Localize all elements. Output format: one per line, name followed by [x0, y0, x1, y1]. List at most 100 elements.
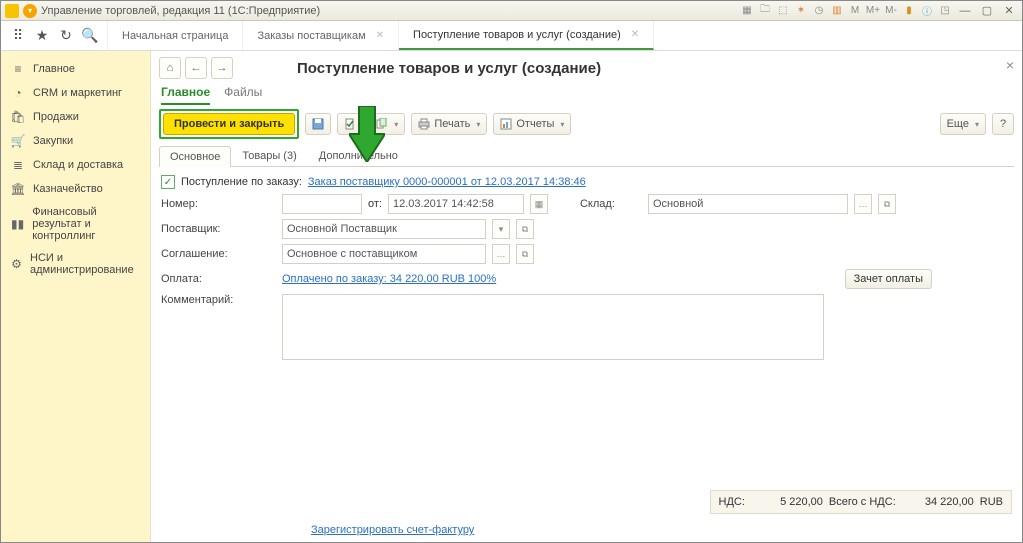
- total-label: Всего с НДС:: [829, 496, 896, 508]
- comment-input[interactable]: [282, 294, 824, 360]
- sidebar-item-label: Главное: [33, 63, 75, 75]
- post-and-close-button[interactable]: Провести и закрыть: [163, 113, 295, 135]
- m-minus-button[interactable]: M-: [884, 4, 898, 18]
- titlebar-title: Управление торговлей, редакция 11 (1С:Пр…: [41, 5, 320, 17]
- sidebar-item-purchases[interactable]: 🛒Закупки: [1, 129, 150, 153]
- window-close-button[interactable]: ✕: [1000, 4, 1018, 18]
- total-value: 34 220,00: [902, 496, 974, 508]
- sidebar-item-label: Финансовый результат и контроллинг: [32, 206, 140, 242]
- warehouse-select-button[interactable]: …: [854, 194, 872, 214]
- sidebar-item-warehouse[interactable]: ≣Склад и доставка: [1, 153, 150, 177]
- agreement-open-button[interactable]: ⧉: [516, 244, 534, 264]
- form: ✓ Поступление по заказу: Заказ поставщик…: [159, 173, 1014, 367]
- gear-icon: ⚙: [11, 257, 22, 271]
- main-area: ≡Главное ◔CRM и маркетинг 🛍Продажи 🛒Заку…: [1, 51, 1022, 542]
- payment-link[interactable]: Оплачено по заказу: 34 220,00 RUB 100%: [282, 273, 496, 285]
- tab-label: Начальная страница: [122, 30, 228, 42]
- print-button[interactable]: Печать: [411, 113, 487, 135]
- star-icon[interactable]: ★: [33, 27, 51, 45]
- post-button[interactable]: [337, 113, 363, 135]
- m-plus-button[interactable]: M+: [866, 4, 880, 18]
- cart-icon: 🛒: [11, 134, 25, 148]
- subtab-goods[interactable]: Товары (3): [231, 145, 307, 166]
- sidebar-item-sales[interactable]: 🛍Продажи: [1, 105, 150, 129]
- home-button[interactable]: ⌂: [159, 57, 181, 79]
- sidebar-item-crm[interactable]: ◔CRM и маркетинг: [1, 81, 150, 105]
- tab-label: Заказы поставщикам: [257, 30, 365, 42]
- sidebar-item-admin[interactable]: ⚙НСИ и администрирование: [1, 247, 150, 281]
- save-button[interactable]: [305, 113, 331, 135]
- tab-start-page[interactable]: Начальная страница: [108, 21, 243, 50]
- titlebar-tool-icon[interactable]: ◳: [938, 4, 952, 18]
- titlebar-calc-icon[interactable]: ▥: [830, 4, 844, 18]
- row-agreement: Соглашение: … ⧉: [161, 244, 1012, 264]
- calendar-button[interactable]: ▦: [530, 194, 548, 214]
- titlebar-info-icon[interactable]: ⓘ: [920, 4, 934, 18]
- window-maximize-button[interactable]: ▢: [978, 4, 996, 18]
- row-supplier: Поставщик: ▾ ⧉: [161, 219, 1012, 239]
- titlebar-folder-icon[interactable]: 🗀: [758, 4, 772, 18]
- reports-button[interactable]: Отчеты: [493, 113, 571, 135]
- order-link[interactable]: Заказ поставщику 0000-000001 от 12.03.20…: [308, 176, 586, 188]
- top-nav-icons: ⠿ ★ ↻ 🔍: [1, 21, 108, 50]
- titlebar-star-icon[interactable]: ✶: [794, 4, 808, 18]
- subtab-extra[interactable]: Дополнительно: [308, 145, 409, 166]
- tab-supplier-orders[interactable]: Заказы поставщикам ✕: [243, 21, 399, 50]
- forward-button[interactable]: →: [211, 57, 233, 79]
- app-logo-icon: [5, 4, 19, 18]
- bank-icon: 🏛: [11, 182, 25, 196]
- sidebar-item-treasury[interactable]: 🏛 Казначейство: [1, 177, 150, 201]
- sidebar-item-main[interactable]: ≡Главное: [1, 57, 150, 81]
- titlebar-dropdown-icon[interactable]: ▾: [23, 4, 37, 18]
- register-invoice-link[interactable]: Зарегистрировать счет-фактуру: [311, 524, 474, 536]
- titlebar-book-icon[interactable]: ▮: [902, 4, 916, 18]
- supplier-open-button[interactable]: ⧉: [516, 219, 534, 239]
- date-input[interactable]: [388, 194, 524, 214]
- from-label: от:: [368, 198, 382, 210]
- totals-footer: НДС: 5 220,00 Всего с НДС: 34 220,00 RUB: [710, 490, 1013, 514]
- subtab-main[interactable]: Основное: [159, 146, 231, 167]
- close-icon[interactable]: ✕: [376, 30, 384, 41]
- close-page-button[interactable]: ×: [1006, 57, 1014, 73]
- sidebar-item-label: Продажи: [33, 111, 79, 123]
- toolbar: Провести и закрыть Печать Отчеты Еще ?: [159, 109, 1014, 139]
- agreement-input[interactable]: [282, 244, 486, 264]
- sidebar-item-finance[interactable]: ▮▮Финансовый результат и контроллинг: [1, 201, 150, 247]
- view-tab-files[interactable]: Файлы: [224, 85, 262, 105]
- titlebar-clock-icon[interactable]: ◷: [812, 4, 826, 18]
- window-minimize-button[interactable]: —: [956, 4, 974, 18]
- warehouse-label: Склад:: [580, 198, 642, 210]
- save-icon: [312, 118, 324, 130]
- agreement-select-button[interactable]: …: [492, 244, 510, 264]
- page-header: ⌂ ← → Поступление товаров и услуг (созда…: [159, 57, 1014, 79]
- row-comment: Комментарий:: [161, 294, 1012, 360]
- row-order: ✓ Поступление по заказу: Заказ поставщик…: [161, 175, 1012, 189]
- report-icon: [500, 118, 512, 130]
- history-icon[interactable]: ↻: [57, 27, 75, 45]
- payment-label: Оплата:: [161, 273, 276, 285]
- sidebar-item-label: Казначейство: [33, 183, 103, 195]
- create-based-on-button[interactable]: [369, 113, 405, 135]
- close-icon[interactable]: ✕: [631, 29, 639, 40]
- titlebar-grid-icon[interactable]: ▦: [740, 4, 754, 18]
- row-number: Номер: от: ▦ Склад: … ⧉: [161, 194, 1012, 214]
- titlebar-fav-icon[interactable]: ⬚: [776, 4, 790, 18]
- subtabs: Основное Товары (3) Дополнительно: [159, 145, 1014, 167]
- help-button[interactable]: ?: [992, 113, 1014, 135]
- search-icon[interactable]: 🔍: [81, 27, 99, 45]
- top-nav: ⠿ ★ ↻ 🔍 Начальная страница Заказы постав…: [1, 21, 1022, 51]
- warehouse-open-button[interactable]: ⧉: [878, 194, 896, 214]
- apps-icon[interactable]: ⠿: [9, 27, 27, 45]
- supplier-dropdown-button[interactable]: ▾: [492, 219, 510, 239]
- currency-label: RUB: [980, 496, 1003, 508]
- warehouse-input[interactable]: [648, 194, 848, 214]
- supplier-input[interactable]: [282, 219, 486, 239]
- number-input[interactable]: [282, 194, 362, 214]
- order-checkbox[interactable]: ✓: [161, 175, 175, 189]
- back-button[interactable]: ←: [185, 57, 207, 79]
- tab-goods-receipt[interactable]: Поступление товаров и услуг (создание) ✕: [399, 21, 654, 50]
- more-button[interactable]: Еще: [940, 113, 986, 135]
- view-tab-main[interactable]: Главное: [161, 85, 210, 105]
- m-button[interactable]: M: [848, 4, 862, 18]
- offset-payment-button[interactable]: Зачет оплаты: [845, 269, 932, 289]
